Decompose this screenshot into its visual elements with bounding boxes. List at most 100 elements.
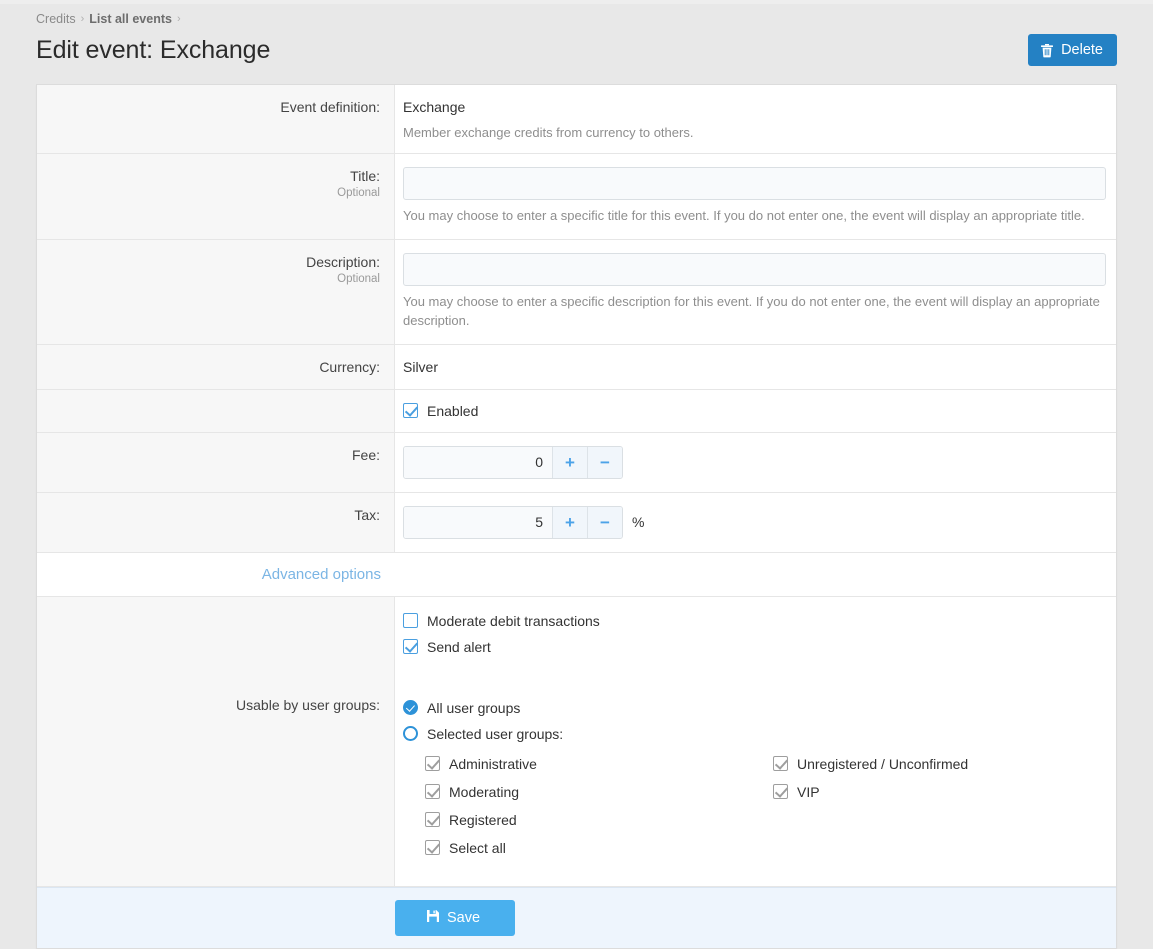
row-enabled: Enabled [37,390,1116,433]
list-item[interactable]: Administrative [425,756,751,772]
description-input[interactable] [403,253,1106,286]
plus-icon[interactable]: + [552,447,587,478]
list-item[interactable]: Moderating [425,784,751,800]
radio-selected-user-groups-row[interactable]: Selected user groups: [403,726,1100,742]
send-alert-checkbox[interactable] [403,639,418,654]
label-usable-by-text: Usable by user groups: [236,697,380,713]
moderate-debit-checkbox[interactable] [403,613,418,628]
breadcrumb: Credits › List all events › [0,4,1153,28]
save-button-label: Save [447,910,480,926]
description-help-text: You may choose to enter a specific descr… [403,293,1100,331]
group-administrative-label: Administrative [449,756,537,772]
delete-button[interactable]: Delete [1028,34,1117,66]
send-alert-label: Send alert [427,639,491,655]
field-advanced-content: Moderate debit transactions Send alert A… [395,597,1116,886]
user-groups-column-right: Unregistered / Unconfirmed VIP [751,756,1099,868]
label-tax: Tax: [37,493,395,552]
title-help-text: You may choose to enter a specific title… [403,207,1100,226]
edit-event-panel: Event definition: Exchange Member exchan… [36,84,1117,949]
plus-icon[interactable]: + [552,507,587,538]
fee-input[interactable] [404,447,552,478]
row-description: Description: Optional You may choose to … [37,240,1116,345]
label-currency: Currency: [37,345,395,389]
group-unregistered-label: Unregistered / Unconfirmed [797,756,968,772]
row-currency: Currency: Silver [37,345,1116,390]
form-footer: Save [37,887,1116,948]
radio-all-user-groups-row[interactable]: All user groups [403,700,1100,716]
breadcrumb-separator-icon: › [81,13,85,25]
tax-stepper-group: + − [403,506,623,539]
field-event-definition: Exchange Member exchange credits from cu… [395,85,1116,153]
row-fee: Fee: + − [37,433,1116,493]
group-moderating-checkbox[interactable] [425,784,440,799]
advanced-options-link[interactable]: Advanced options [37,553,395,596]
radio-selected-user-groups[interactable] [403,726,418,741]
row-title: Title: Optional You may choose to enter … [37,154,1116,240]
minus-icon[interactable]: − [587,447,622,478]
group-registered-checkbox[interactable] [425,812,440,827]
page-title: Edit event: Exchange [36,36,270,65]
title-input[interactable] [403,167,1106,200]
label-fee: Fee: [37,433,395,492]
label-title-text: Title: [350,168,380,184]
breadcrumb-separator-icon-2: › [177,13,181,25]
list-item[interactable]: Unregistered / Unconfirmed [773,756,1099,772]
tax-stepper: + − % [403,506,1100,539]
event-definition-description: Member exchange credits from currency to… [403,125,1100,140]
radio-all-user-groups[interactable] [403,700,418,715]
label-title-optional: Optional [47,187,380,199]
moderate-debit-checkbox-row[interactable]: Moderate debit transactions [403,613,1100,629]
enabled-checkbox-row[interactable]: Enabled [403,403,1100,419]
breadcrumb-item-list-all-events[interactable]: List all events [89,12,172,26]
delete-button-label: Delete [1061,42,1103,58]
list-item[interactable]: Select all [425,840,751,856]
group-administrative-checkbox[interactable] [425,756,440,771]
group-unregistered-checkbox[interactable] [773,756,788,771]
field-title: You may choose to enter a specific title… [395,154,1116,239]
label-description-optional: Optional [47,273,380,285]
trash-icon [1040,43,1054,58]
group-vip-label: VIP [797,784,820,800]
fee-stepper: + − [403,446,1100,479]
field-tax: + − % [395,493,1116,552]
user-groups-columns: Administrative Moderating Registered Sel… [403,756,1100,868]
currency-value: Silver [403,358,1100,375]
moderate-debit-label: Moderate debit transactions [427,613,600,629]
save-button[interactable]: Save [395,900,515,936]
event-definition-value: Exchange [403,98,1100,115]
field-currency: Silver [395,345,1116,389]
label-title: Title: Optional [37,154,395,239]
group-registered-label: Registered [449,812,517,828]
radio-all-user-groups-label: All user groups [427,700,520,716]
label-description: Description: Optional [37,240,395,344]
label-enabled-spacer [37,390,395,432]
label-description-text: Description: [306,254,380,270]
label-event-definition: Event definition: [37,85,395,153]
user-groups-column-left: Administrative Moderating Registered Sel… [403,756,751,868]
field-description: You may choose to enter a specific descr… [395,240,1116,344]
footer-spacer [37,900,395,936]
list-item[interactable]: VIP [773,784,1099,800]
row-tax: Tax: + − % [37,493,1116,553]
group-select-all-checkbox[interactable] [425,840,440,855]
radio-selected-user-groups-label: Selected user groups: [427,726,563,742]
minus-icon[interactable]: − [587,507,622,538]
tax-input[interactable] [404,507,552,538]
fee-stepper-group: + − [403,446,623,479]
row-event-definition: Event definition: Exchange Member exchan… [37,85,1116,154]
tax-unit-label: % [632,514,644,530]
save-icon [426,909,440,927]
list-item[interactable]: Registered [425,812,751,828]
advanced-options-spacer [395,553,1116,596]
field-enabled: Enabled [395,390,1116,432]
enabled-label: Enabled [427,403,478,419]
label-usable-by-user-groups: Usable by user groups: [37,597,395,886]
send-alert-checkbox-row[interactable]: Send alert [403,639,1100,655]
field-fee: + − [395,433,1116,492]
row-advanced-options: Advanced options [37,553,1116,597]
breadcrumb-item-credits[interactable]: Credits [36,12,76,26]
group-moderating-label: Moderating [449,784,519,800]
enabled-checkbox[interactable] [403,403,418,418]
group-vip-checkbox[interactable] [773,784,788,799]
row-advanced-content: Usable by user groups: Moderate debit tr… [37,597,1116,887]
